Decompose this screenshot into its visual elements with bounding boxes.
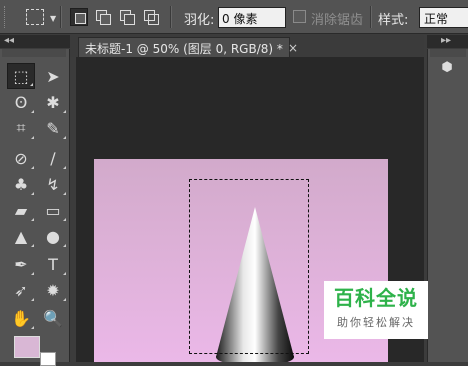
shape-icon: ✹ [46,280,60,300]
stamp-icon: ♣ [13,174,29,194]
path-selection-tool[interactable]: ➶ [7,277,35,303]
feather-label: 羽化: [184,13,215,28]
intersect-selection-button[interactable] [142,8,160,26]
dodge-tool[interactable]: ● [39,223,67,249]
pen-tool[interactable]: ✒ [7,251,35,277]
new-selection-button[interactable] [70,8,88,26]
right-panel-dock: ⬢ [427,49,468,362]
foreground-color-swatch[interactable] [14,336,40,358]
marquee-preset-icon [26,9,44,25]
dodge-icon: ● [46,226,60,246]
tools-panel-grip[interactable] [2,49,66,57]
intersect-selection-icon-overlap [148,14,159,25]
gradient-icon: ▭ [45,200,61,220]
toolbar-header: ◂◂ [0,35,70,48]
eyedropper-icon: ✎ [46,118,60,138]
lasso-icon: ʘ [14,92,28,112]
eraser-tool[interactable]: ▰ [7,197,35,223]
feather-input[interactable]: 0 像素 [218,7,286,28]
rectangular-marquee-tool[interactable]: ⬚ [7,63,35,89]
hand-tool[interactable]: ✋ [7,305,35,331]
gradient-tool[interactable]: ▭ [39,197,67,223]
options-bar-grip[interactable] [4,6,8,28]
right-panel-header: ▸▸ [427,35,468,48]
magic-wand-tool[interactable]: ✱ [39,89,67,115]
3d-panel-icon[interactable]: ⬢ [437,60,457,78]
crop-icon: ⌗ [16,118,26,137]
style-label: 样式: [378,13,409,28]
add-selection-icon-overlap [100,14,111,25]
brush-icon: ∕ [50,148,56,168]
document-tab-bar: 未标题-1 @ 50% (图层 0, RGB/8) * × [70,35,424,57]
zoom-tool[interactable]: 🔍 [39,305,67,331]
watermark-logo: 百科全说 助你轻松解决 [324,281,428,339]
right-panel-grip[interactable] [430,49,466,57]
move-icon: ➤ [46,66,60,86]
history-brush-icon: ↯ [46,174,60,194]
blur-tool[interactable]: ▲ [7,223,35,249]
move-tool[interactable]: ➤ [39,63,67,89]
collapse-panel-icon[interactable]: ▸▸ [441,35,451,47]
watermark-subtitle: 助你轻松解决 [337,316,415,329]
spot-healing-tool[interactable]: ⊘ [7,145,35,171]
tool-preset-picker[interactable]: ▼ [12,5,56,29]
chevron-down-icon: ▼ [50,14,57,23]
history-brush-tool[interactable]: ↯ [39,171,67,197]
subtract-from-selection-button[interactable] [118,8,136,26]
separator [170,6,172,28]
tools-panel: ⬚ ➤ ʘ ✱ ⌗ ✎ ⊘ ∕ ♣ ↯ ▰ ▭ ▲ ● ✒ T ➶ ✹ ✋ 🔍 [0,49,70,366]
blur-icon: ▲ [14,226,28,246]
hand-icon: ✋ [11,308,31,328]
document-tab[interactable]: 未标题-1 @ 50% (图层 0, RGB/8) * × [78,37,298,57]
bandage-icon: ⊘ [14,148,28,168]
style-select[interactable]: 正常 [419,7,468,28]
clone-stamp-tool[interactable]: ♣ [7,171,35,197]
type-icon: T [48,254,58,274]
magic-wand-icon: ✱ [46,92,60,112]
separator [370,6,372,28]
crop-tool[interactable]: ⌗ [7,115,35,141]
collapse-toolbar-icon[interactable]: ◂◂ [4,35,14,47]
subtract-selection-icon-overlap [124,14,135,25]
brush-tool[interactable]: ∕ [39,145,67,171]
separator [60,6,62,28]
background-color-swatch[interactable] [40,352,56,366]
watermark-title: 百科全说 [334,286,418,310]
lasso-tool[interactable]: ʘ [7,89,35,115]
custom-shape-tool[interactable]: ✹ [39,277,67,303]
eraser-icon: ▰ [14,200,28,220]
path-selection-icon: ➶ [14,280,28,300]
marquee-icon: ⬚ [13,66,29,86]
antialias-label: 消除锯齿 [311,13,364,28]
add-to-selection-button[interactable] [94,8,112,26]
new-selection-icon [75,13,86,24]
document-tab-title: 未标题-1 @ 50% (图层 0, RGB/8) * [85,42,283,56]
antialias-checkbox[interactable] [293,10,306,23]
options-bar: ▼ 羽化: 0 像素 消除锯齿 样式: 正常 [0,0,468,34]
eyedropper-tool[interactable]: ✎ [39,115,67,141]
zoom-icon: 🔍 [43,308,63,328]
marquee-selection[interactable] [189,179,309,354]
pen-icon: ✒ [14,254,28,274]
type-tool[interactable]: T [39,251,67,277]
close-icon[interactable]: × [288,41,298,55]
